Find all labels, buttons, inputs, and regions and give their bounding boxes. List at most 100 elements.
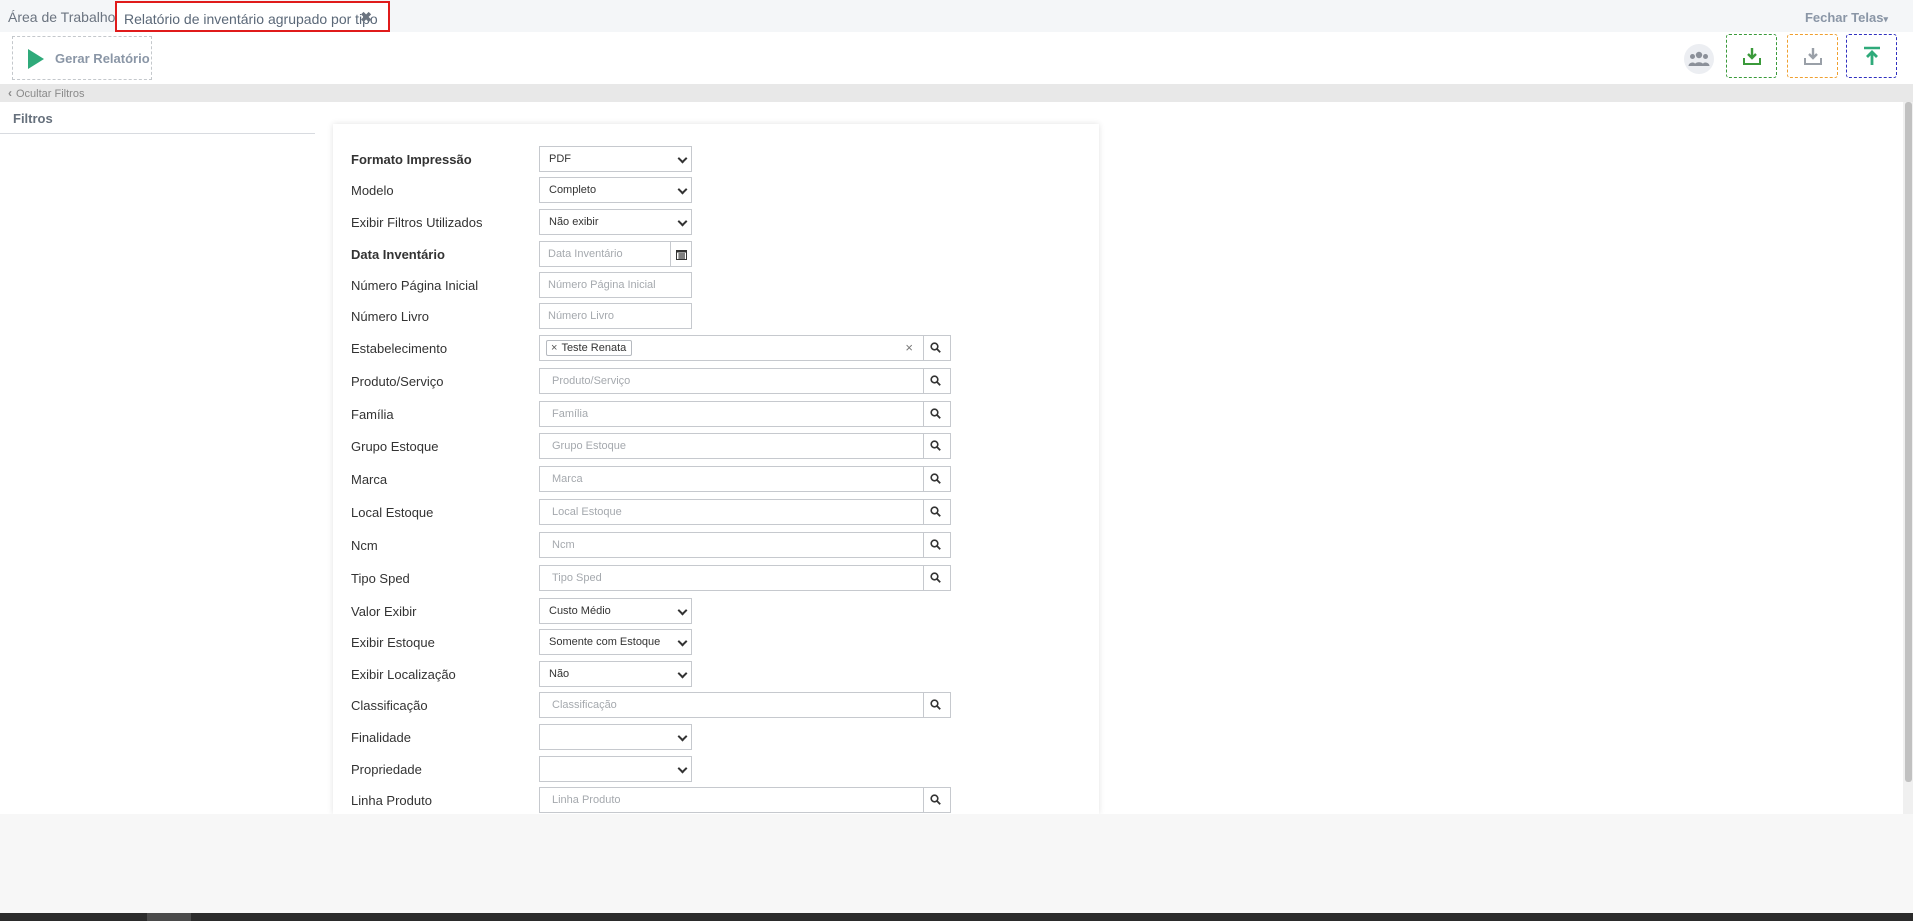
tab-home[interactable]: Área de Trabalho xyxy=(8,9,115,25)
remove-chip-icon[interactable]: × xyxy=(551,342,557,354)
print-format-select[interactable]: PDF xyxy=(539,146,692,172)
show-filters-value: Não exibir xyxy=(549,216,599,228)
download-gray-button[interactable] xyxy=(1787,34,1838,78)
product-input[interactable] xyxy=(540,369,924,393)
classification-input[interactable] xyxy=(540,693,924,717)
caret-down-icon: ▾ xyxy=(1883,14,1888,24)
classification-lookup xyxy=(539,692,951,718)
classification-label: Classificação xyxy=(351,698,428,713)
play-icon xyxy=(28,49,44,69)
upload-button[interactable] xyxy=(1846,34,1897,78)
tab-bar: Área de Trabalho Relatório de inventário… xyxy=(0,0,1913,32)
product-lookup xyxy=(539,368,951,394)
property-select[interactable] xyxy=(539,756,692,782)
clear-icon[interactable]: × xyxy=(905,340,913,355)
generate-report-label: Gerar Relatório xyxy=(55,51,150,66)
brand-label: Marca xyxy=(351,472,388,487)
family-label: Família xyxy=(351,407,394,422)
show-stock-value: Somente com Estoque xyxy=(549,636,661,648)
show-filters-label: Exibir Filtros Utilizados xyxy=(351,215,483,230)
search-icon[interactable] xyxy=(922,369,950,393)
hide-filters-toggle[interactable]: ‹ Ocultar Filtros xyxy=(0,84,1913,102)
print-format-value: PDF xyxy=(549,153,571,165)
show-location-label: Exibir Localização xyxy=(351,667,456,682)
download-icon xyxy=(1742,48,1761,65)
generate-report-button[interactable]: Gerar Relatório xyxy=(12,36,152,80)
search-icon[interactable] xyxy=(922,533,950,557)
chevron-down-icon xyxy=(677,763,688,774)
purpose-label: Finalidade xyxy=(351,730,411,745)
establishment-field[interactable]: × Teste Renata × xyxy=(540,336,924,360)
model-value: Completo xyxy=(549,184,597,196)
show-location-select[interactable]: Não xyxy=(539,661,692,687)
show-stock-select[interactable]: Somente com Estoque xyxy=(539,629,692,655)
download-green-button[interactable] xyxy=(1726,34,1777,78)
stock-location-label: Local Estoque xyxy=(351,505,434,520)
close-icon[interactable]: ✖ xyxy=(360,9,372,26)
stock-location-lookup xyxy=(539,499,951,525)
close-screens-menu[interactable]: Fechar Telas▾ xyxy=(1805,10,1888,25)
inventory-date-input[interactable] xyxy=(539,241,671,267)
content-area: Filtros Formato Impressão PDF Modelo Com… xyxy=(0,102,1903,814)
download-icon xyxy=(1803,48,1822,65)
stock-location-input[interactable] xyxy=(540,500,924,524)
upload-icon xyxy=(1863,46,1880,65)
stock-group-lookup xyxy=(539,433,951,459)
search-icon[interactable] xyxy=(922,336,950,360)
product-line-input[interactable] xyxy=(540,788,924,812)
family-lookup xyxy=(539,401,951,427)
value-display-select[interactable]: Custo Médio xyxy=(539,598,692,624)
hide-filters-label: Ocultar Filtros xyxy=(16,88,85,100)
tab-active-label: Relatório de inventário agrupado por tip… xyxy=(124,11,378,27)
show-location-value: Não xyxy=(549,668,570,680)
brand-input[interactable] xyxy=(540,467,924,491)
os-taskbar xyxy=(0,913,1913,921)
family-input[interactable] xyxy=(540,402,924,426)
search-icon[interactable] xyxy=(922,467,950,491)
stock-group-label: Grupo Estoque xyxy=(351,439,439,454)
tab-active-report[interactable]: Relatório de inventário agrupado por tip… xyxy=(115,1,390,32)
search-icon[interactable] xyxy=(922,402,950,426)
establishment-label: Estabelecimento xyxy=(351,341,448,356)
model-label: Modelo xyxy=(351,183,394,198)
search-icon[interactable] xyxy=(922,693,950,717)
book-number-input[interactable] xyxy=(539,303,692,329)
value-display-value: Custo Médio xyxy=(549,605,611,617)
search-icon[interactable] xyxy=(922,566,950,590)
search-icon[interactable] xyxy=(922,434,950,458)
chevron-down-icon xyxy=(677,605,688,616)
show-stock-label: Exibir Estoque xyxy=(351,635,435,650)
scrollbar-thumb[interactable] xyxy=(1905,102,1912,782)
search-icon[interactable] xyxy=(922,500,950,524)
product-line-label: Linha Produto xyxy=(351,793,432,808)
footer-area xyxy=(0,814,1913,913)
vertical-scrollbar[interactable] xyxy=(1903,102,1913,814)
ncm-input[interactable] xyxy=(540,533,924,557)
users-icon[interactable] xyxy=(1684,44,1714,74)
print-format-label: Formato Impressão xyxy=(351,152,472,167)
purpose-select[interactable] xyxy=(539,724,692,750)
ncm-lookup xyxy=(539,532,951,558)
model-select[interactable]: Completo xyxy=(539,177,692,203)
establishment-lookup: × Teste Renata × xyxy=(539,335,951,361)
filters-title: Filtros xyxy=(13,111,53,126)
book-number-label: Número Livro xyxy=(351,309,430,324)
taskbar-item[interactable] xyxy=(147,913,191,921)
stock-group-input[interactable] xyxy=(540,434,924,458)
chevron-down-icon xyxy=(677,636,688,647)
chevron-down-icon xyxy=(677,184,688,195)
ncm-label: Ncm xyxy=(351,538,378,553)
sped-type-lookup xyxy=(539,565,951,591)
brand-lookup xyxy=(539,466,951,492)
chevron-down-icon xyxy=(677,216,688,227)
start-page-input[interactable] xyxy=(539,272,692,298)
calendar-icon[interactable] xyxy=(670,241,692,267)
divider xyxy=(0,133,315,134)
product-label: Produto/Serviço xyxy=(351,374,444,389)
search-icon[interactable] xyxy=(922,788,950,812)
sped-type-input[interactable] xyxy=(540,566,924,590)
chevron-down-icon xyxy=(677,668,688,679)
show-filters-select[interactable]: Não exibir xyxy=(539,209,692,235)
chevron-left-icon: ‹ xyxy=(8,86,12,100)
chevron-down-icon xyxy=(677,153,688,164)
